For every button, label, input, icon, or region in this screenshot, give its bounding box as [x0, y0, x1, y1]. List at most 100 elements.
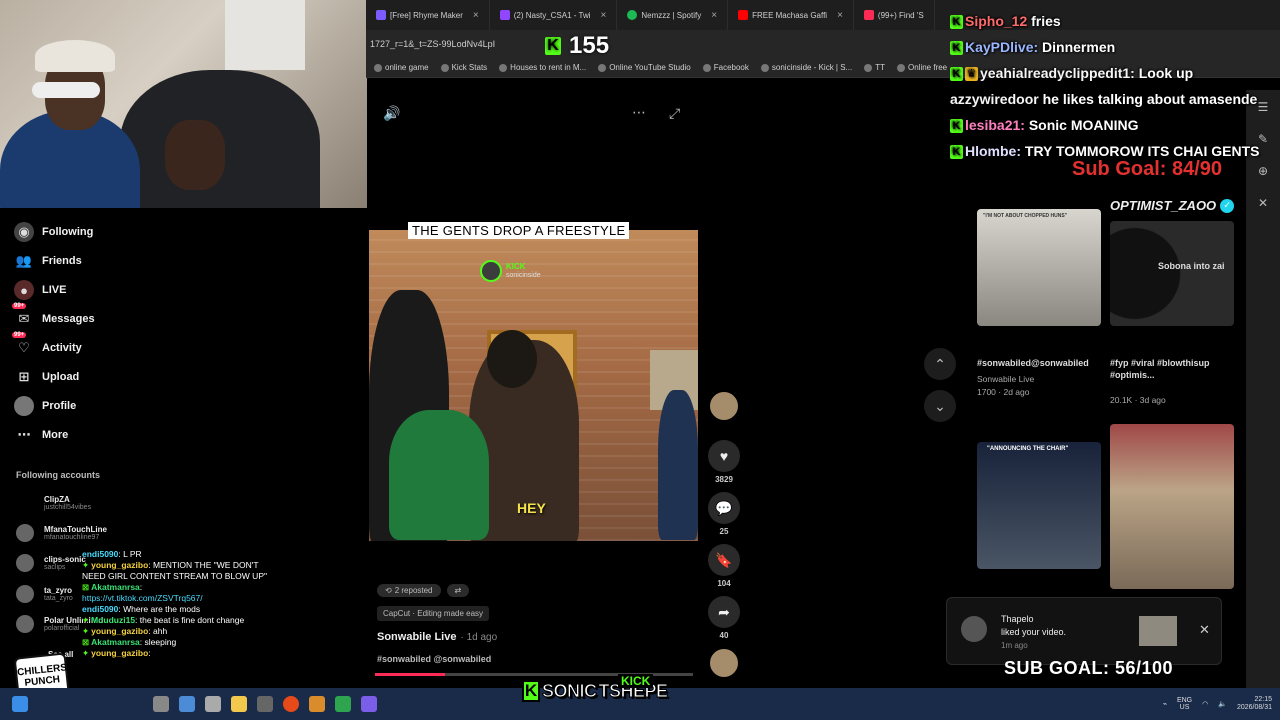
browser-tab[interactable]: Nemzzz | Spotify × — [617, 0, 729, 30]
video-thumbnail[interactable]: "I'M NOT ABOUT CHOPPED HUNS" — [977, 209, 1101, 326]
video-hashtags[interactable]: #sonwabiled @sonwabiled — [377, 654, 491, 664]
browser-tab[interactable]: (2) Nasty_CSA1 - Twi × — [490, 0, 618, 30]
notification-popup[interactable]: Thapelo liked your video. 1m ago ✕ — [946, 597, 1222, 665]
comment-button[interactable]: 💬 25 — [707, 492, 741, 536]
sidebar-item-following[interactable]: ◉ Following — [14, 222, 93, 242]
chat-message: K KayPDlive: Dinnermen — [950, 34, 1280, 60]
kick-watermark-avatar — [480, 260, 502, 282]
browser-tab[interactable]: [Free] Rhyme Maker × — [366, 0, 490, 30]
sidebar-item-activity[interactable]: ♡ 99+ Activity — [12, 332, 82, 358]
tab-favicon-icon — [738, 10, 749, 20]
file-explorer-icon[interactable] — [231, 696, 247, 712]
friends-icon: 👥 — [15, 253, 33, 268]
network-icon[interactable]: ⌁ — [1163, 700, 1167, 708]
chat-message: K Sipho_12 fries — [950, 8, 1280, 34]
capcut-anchor[interactable]: CapCut · Editing made easy — [377, 606, 490, 621]
next-video-button[interactable]: ⌄ — [924, 390, 956, 422]
avatar — [16, 585, 34, 603]
close-tab-icon[interactable]: × — [473, 10, 479, 21]
more-options-icon[interactable]: ⋯ — [632, 104, 646, 121]
close-icon[interactable]: ✕ — [1199, 622, 1210, 638]
bookmark-icon — [702, 63, 711, 72]
games-icon[interactable]: ⊕ — [1258, 164, 1268, 178]
repost-toggle-button[interactable]: ⇄ — [446, 584, 470, 597]
app-icon[interactable] — [309, 696, 325, 712]
video-person-right — [658, 390, 698, 540]
bookmark-icon — [897, 63, 905, 72]
bookmark-icon — [374, 63, 382, 72]
bookmark-item[interactable]: Facebook — [702, 63, 749, 72]
bookmark-item[interactable]: Houses to rent in M... — [499, 63, 586, 72]
bookmark-item[interactable]: Kick Stats — [440, 63, 487, 72]
task-view-icon[interactable] — [153, 696, 169, 712]
sidebar-item-live[interactable]: ● LIVE — [14, 280, 66, 300]
creator-avatar-button[interactable] — [707, 390, 741, 425]
bookmark-item[interactable]: Online YouTube Studio — [598, 63, 691, 72]
verified-badge-icon: ✓ — [1220, 198, 1235, 213]
video-thumbnail[interactable]: "ANNOUNCING THE CHAIR" — [977, 442, 1101, 569]
bookmark-item[interactable]: sonicinside - Kick | S... — [760, 63, 852, 72]
thumbnail-meta: #sonwabiled@sonwabiled Sonwabile Live 17… — [977, 358, 1089, 397]
sound-avatar-button[interactable] — [707, 647, 741, 682]
kick-badge-icon: ✦ — [82, 648, 90, 659]
following-account[interactable]: ClipZA justchill54vibes — [16, 494, 91, 512]
video-person-green — [389, 410, 489, 540]
video-thumbnail[interactable]: Sobona into zai — [1110, 221, 1234, 326]
browser-side-panel: ☰ ✎ ⊕ ✕ — [1246, 90, 1280, 688]
previous-video-button[interactable]: ⌃ — [924, 348, 956, 380]
video-progress-fill — [375, 673, 445, 676]
speaker-icon[interactable]: 🔈 — [1218, 700, 1227, 708]
tools-icon[interactable]: ✕ — [1258, 196, 1268, 210]
chat-message: K ♛ yeahialreadyclippedit1: Look up — [950, 60, 1280, 86]
lang-indicator[interactable]: ENG US — [1177, 697, 1192, 711]
bookmark-item[interactable]: TT — [864, 63, 885, 72]
profile-name[interactable]: OPTIMIST_ZAOO ✓ — [1110, 198, 1235, 213]
share-button[interactable]: ➦ 40 — [707, 596, 741, 640]
url-text: 1727_r=1&_t=ZS-99LodNv4LpI — [370, 39, 496, 49]
fullscreen-icon[interactable]: ⤢ — [669, 105, 680, 122]
volume-icon[interactable]: 🔊 — [383, 105, 400, 122]
wifi-icon[interactable]: ◠ — [1202, 700, 1208, 708]
bookmark-item[interactable]: Online free — [897, 63, 947, 72]
sidebar-item-profile[interactable]: Profile — [14, 396, 76, 416]
kick-badge-icon: K — [950, 41, 963, 56]
video-thumbnail[interactable] — [1110, 424, 1234, 589]
bookmark-item[interactable]: online game — [374, 63, 429, 72]
tab-favicon-icon — [376, 10, 386, 20]
sidebar-item-friends[interactable]: 👥 Friends — [14, 251, 82, 271]
chrome-icon[interactable] — [283, 696, 299, 712]
bookmark-icon — [598, 63, 607, 72]
save-button[interactable]: 🔖 104 — [707, 544, 741, 588]
widgets-icon[interactable] — [179, 696, 195, 712]
close-tab-icon[interactable]: × — [837, 10, 843, 21]
like-button[interactable]: ♥ 3829 — [707, 440, 741, 484]
bookmark-icon — [864, 63, 873, 72]
kick-badge-icon: ✦ — [82, 615, 90, 626]
windows-start-icon[interactable] — [12, 696, 28, 712]
following-account[interactable]: ta_zyro tata_zyro — [16, 585, 73, 603]
repost-pill[interactable]: ⟲ 2 reposted — [377, 584, 441, 597]
browser-tab-active[interactable]: (99+) Find 'S — [854, 0, 935, 30]
chat-message: ✦ young_gazibo: MENTION THE "WE DON'T — [82, 560, 259, 571]
file-icon[interactable] — [205, 696, 221, 712]
chat-message: NEED GIRL CONTENT STREAM TO BLOW UP" — [82, 571, 268, 582]
messages-icon: ✉ 99+ — [12, 303, 30, 326]
app-icon[interactable] — [361, 696, 377, 712]
sidebar-item-more[interactable]: ⋯ More — [14, 425, 69, 445]
following-account[interactable]: clips-sonic saclips — [16, 554, 86, 572]
activity-icon: ♡ 99+ — [12, 332, 30, 355]
close-tab-icon[interactable]: × — [711, 10, 717, 21]
webcam-person-left-glasses — [32, 82, 100, 98]
settings-icon[interactable] — [257, 696, 273, 712]
sidebar-item-upload[interactable]: ⊞ Upload — [14, 367, 80, 387]
avatar — [961, 616, 987, 642]
following-account[interactable]: MfanaTouchLine mfanatouchline97 — [16, 524, 107, 542]
app-icon[interactable] — [335, 696, 351, 712]
webcam-person-right-face — [165, 120, 225, 190]
video-author[interactable]: Sonwabile Live · 1d ago — [377, 631, 497, 643]
clock[interactable]: 22:15 2026/08/31 — [1237, 696, 1272, 713]
chat-message: ⊠ Akatmanrsa: sleeping — [82, 637, 177, 648]
browser-tab[interactable]: FREE Machasa Gaffi × — [728, 0, 854, 30]
sidebar-item-messages[interactable]: ✉ 99+ Messages — [12, 303, 95, 329]
close-tab-icon[interactable]: × — [601, 10, 607, 21]
